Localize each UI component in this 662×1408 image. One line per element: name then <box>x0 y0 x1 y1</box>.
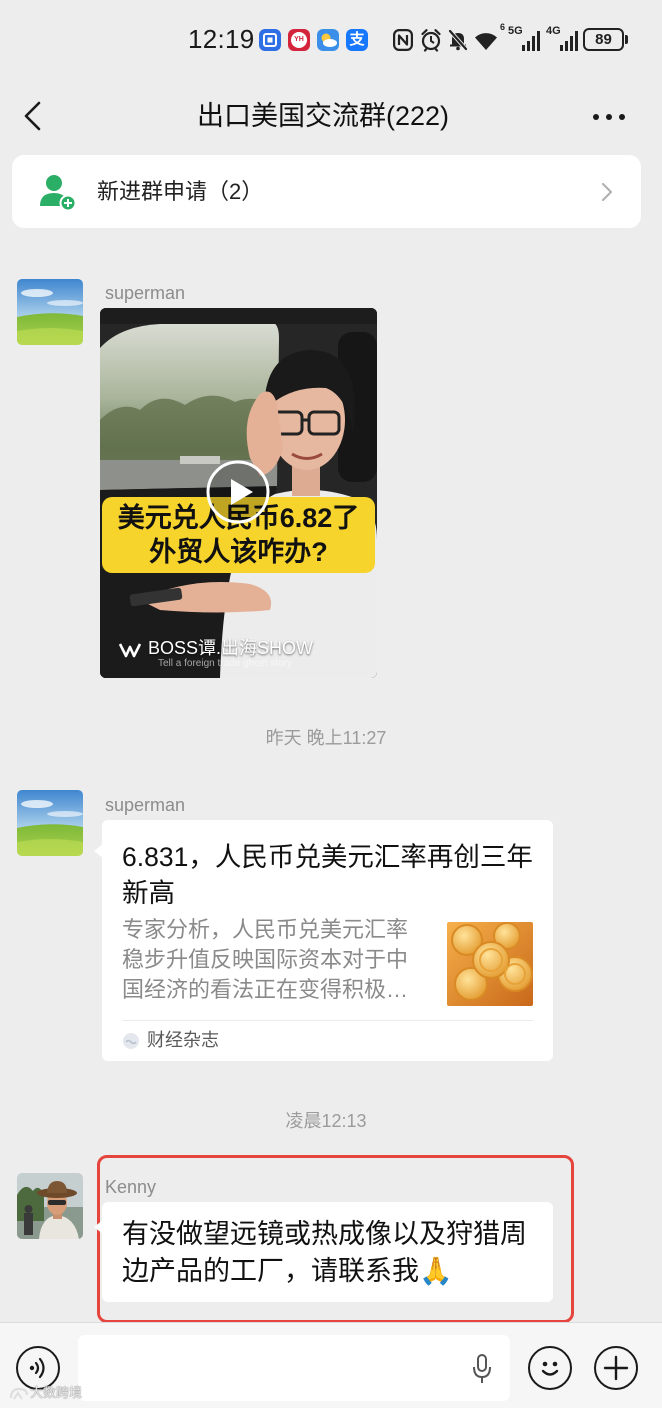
alarm-icon <box>420 28 442 52</box>
battery-nub <box>625 35 628 44</box>
emoji-icon[interactable] <box>528 1346 572 1390</box>
link-card-source: 财经杂志 <box>147 1030 219 1050</box>
yh-app-icon: YH <box>288 29 310 51</box>
signal-2-label: 4G <box>546 25 561 37</box>
voice-icon[interactable] <box>16 1346 60 1390</box>
wifi-icon <box>474 31 498 51</box>
timestamp: 凌晨12:13 <box>285 1111 367 1131</box>
video-message[interactable]: 美元兑人民币6.82了 外贸人该咋办? BOSS谭.出海SHOW Tell a … <box>100 308 377 678</box>
alipay-label: 支 <box>349 31 365 48</box>
new-member-requests-label: 新进群申请（2） <box>97 179 264 204</box>
new-member-requests-banner[interactable]: 新进群申请（2） <box>12 155 641 228</box>
signal-icon <box>522 31 540 51</box>
sender-name: superman <box>105 283 186 303</box>
video-channel-watermark: BOSS谭.出海SHOW <box>148 638 314 658</box>
link-card-description: 专家分析，人民币兑美元汇率稳步升值反映国际资本对于中国经济的看法正在变得积极… <box>122 917 409 1002</box>
mute-icon <box>447 28 469 52</box>
watermark-text: 大数跨境 <box>30 1385 83 1400</box>
video-subtitle: Tell a foreign trade ghost story <box>158 658 292 669</box>
app-notification-icon <box>259 29 281 51</box>
sender-name: superman <box>105 795 186 815</box>
link-card-title: 6.831，人民币兑美元汇率再创三年新高 <box>122 842 533 908</box>
page-title: 出口美国交流群(222) <box>196 101 450 131</box>
weather-icon <box>317 29 339 51</box>
wifi-badge: 6 <box>500 22 506 32</box>
battery-level: 89 <box>595 31 612 48</box>
signal-1-label: 5G <box>508 25 523 37</box>
signal-icon <box>560 31 578 51</box>
source-icon <box>122 1032 140 1050</box>
message-text: 有没做望远镜或热成像以及狩猎周边产品的工厂，请联系我🙏 <box>122 1219 527 1286</box>
status-bar: 12:19 YH 支 6 5G 4G 89 <box>0 0 662 75</box>
battery-icon: 89 <box>583 28 624 51</box>
yh-app-label: YH <box>291 32 307 48</box>
mic-icon[interactable] <box>471 1353 493 1385</box>
landscape-avatar[interactable] <box>17 279 83 345</box>
plus-icon[interactable] <box>594 1346 638 1390</box>
timestamp: 昨天 晚上11:27 <box>265 728 387 748</box>
sender-name: Kenny <box>105 1177 157 1197</box>
watermark-logo-icon <box>8 1386 30 1402</box>
man-in-hat-avatar[interactable] <box>17 1173 83 1239</box>
text-message[interactable]: 有没做望远镜或热成像以及狩猎周边产品的工厂，请联系我🙏 <box>94 1202 553 1302</box>
message-input[interactable] <box>78 1335 510 1401</box>
play-icon[interactable] <box>205 459 271 525</box>
more-icon[interactable] <box>590 108 628 126</box>
status-time: 12:19 <box>188 24 255 54</box>
channel-logo-icon <box>118 641 142 659</box>
landscape-avatar[interactable] <box>17 790 83 856</box>
divider <box>122 1020 533 1021</box>
gold-coins-thumbnail <box>447 922 533 1006</box>
alipay-icon: 支 <box>346 29 368 51</box>
nfc-icon <box>393 29 413 51</box>
chevron-right-icon <box>601 182 613 202</box>
link-card-message[interactable]: 6.831，人民币兑美元汇率再创三年新高 专家分析，人民币兑美元汇率稳步升值反映… <box>94 820 553 1061</box>
add-member-icon <box>37 172 77 212</box>
video-caption-line-2: 外贸人该咋办? <box>149 537 328 567</box>
